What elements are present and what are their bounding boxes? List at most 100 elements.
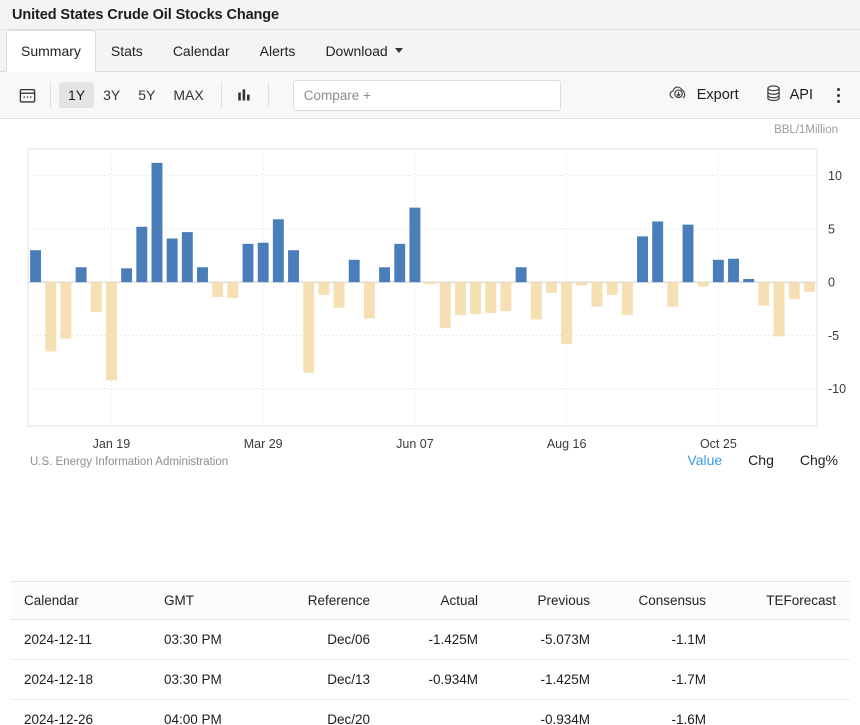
chart-bar[interactable] bbox=[45, 282, 56, 351]
tab-download[interactable]: Download bbox=[310, 30, 417, 71]
calendar-icon[interactable] bbox=[12, 80, 42, 110]
chart-bar[interactable] bbox=[152, 163, 163, 282]
range-5y[interactable]: 5Y bbox=[129, 82, 164, 108]
chart-bar[interactable] bbox=[167, 238, 178, 282]
tab-download-label: Download bbox=[325, 43, 387, 59]
col-previous[interactable]: Previous bbox=[492, 582, 604, 620]
chart-bar[interactable] bbox=[683, 225, 694, 283]
chart-bar[interactable] bbox=[409, 208, 420, 283]
footer-link-chgpct[interactable]: Chg% bbox=[800, 452, 838, 468]
chart-bar[interactable] bbox=[30, 250, 41, 282]
chart-units-label: BBL/1Million bbox=[774, 124, 838, 136]
tab-calendar-label: Calendar bbox=[173, 43, 230, 59]
chart-bar[interactable] bbox=[758, 282, 769, 305]
compare-input[interactable] bbox=[293, 80, 561, 111]
chart-bar[interactable] bbox=[106, 282, 117, 380]
range-max[interactable]: MAX bbox=[164, 82, 212, 108]
x-axis-tick-label: Oct 25 bbox=[700, 437, 737, 451]
chart-bar[interactable] bbox=[243, 244, 254, 282]
chart-bar[interactable] bbox=[349, 260, 360, 282]
col-teforecast[interactable]: TEForecast bbox=[720, 582, 850, 620]
chart-bar[interactable] bbox=[273, 219, 284, 282]
tab-calendar[interactable]: Calendar bbox=[158, 30, 245, 71]
chart-bar[interactable] bbox=[561, 282, 572, 344]
chart-bar[interactable] bbox=[470, 282, 481, 314]
chart-bar[interactable] bbox=[60, 282, 71, 338]
chart-bar[interactable] bbox=[713, 260, 724, 282]
crude-oil-stocks-bar-chart[interactable]: 1050-5-10Jan 19Mar 29Jun 07Aug 16Oct 25 bbox=[0, 141, 860, 451]
bar-chart-icon[interactable] bbox=[230, 80, 260, 110]
tab-bar: Summary Stats Calendar Alerts Download bbox=[0, 30, 860, 72]
cell-actual: -1.425M bbox=[384, 620, 492, 660]
api-label: API bbox=[790, 87, 813, 103]
chart-bar[interactable] bbox=[652, 221, 663, 282]
chart-bar[interactable] bbox=[379, 267, 390, 282]
table-header-row: Calendar GMT Reference Actual Previous C… bbox=[10, 582, 850, 620]
chart-bar[interactable] bbox=[576, 282, 587, 285]
footer-link-value[interactable]: Value bbox=[687, 452, 722, 468]
cell-teforecast bbox=[720, 700, 850, 725]
table-row[interactable]: 2024-12-11 03:30 PM Dec/06 -1.425M -5.07… bbox=[10, 620, 850, 660]
chart-bar[interactable] bbox=[288, 250, 299, 282]
tab-alerts[interactable]: Alerts bbox=[245, 30, 311, 71]
chart-bar[interactable] bbox=[318, 282, 329, 295]
chart-bar[interactable] bbox=[76, 267, 87, 282]
api-button[interactable]: API bbox=[753, 78, 825, 113]
chart-bar[interactable] bbox=[121, 268, 132, 282]
chart-bar[interactable] bbox=[440, 282, 451, 328]
chart-bar[interactable] bbox=[667, 282, 678, 307]
cell-teforecast bbox=[720, 660, 850, 700]
col-gmt[interactable]: GMT bbox=[150, 582, 268, 620]
chart-toolbar: 1Y 3Y 5Y MAX bbox=[0, 72, 860, 119]
chart-bar[interactable] bbox=[698, 282, 709, 286]
chart-bar[interactable] bbox=[197, 267, 208, 282]
chart-bar[interactable] bbox=[212, 282, 223, 297]
col-actual[interactable]: Actual bbox=[384, 582, 492, 620]
chart-bar[interactable] bbox=[334, 282, 345, 308]
chart-bar[interactable] bbox=[516, 267, 527, 282]
chart-bar[interactable] bbox=[789, 282, 800, 299]
table-row[interactable]: 2024-12-26 04:00 PM Dec/20 -0.934M -1.6M bbox=[10, 700, 850, 725]
chart-bar[interactable] bbox=[258, 243, 269, 282]
chart-bar[interactable] bbox=[91, 282, 102, 312]
tab-summary[interactable]: Summary bbox=[6, 30, 96, 72]
export-button[interactable]: Export bbox=[656, 78, 751, 113]
chart-bar[interactable] bbox=[182, 232, 193, 282]
kebab-menu-icon[interactable] bbox=[827, 80, 850, 111]
calendar-table-wrap: Calendar GMT Reference Actual Previous C… bbox=[0, 581, 860, 725]
tab-stats[interactable]: Stats bbox=[96, 30, 158, 71]
table-row[interactable]: 2024-12-18 03:30 PM Dec/13 -0.934M -1.42… bbox=[10, 660, 850, 700]
chart-bar[interactable] bbox=[136, 227, 147, 282]
chart-bar[interactable] bbox=[227, 282, 238, 298]
range-3y[interactable]: 3Y bbox=[94, 82, 129, 108]
chart-source-label: U.S. Energy Information Administration bbox=[30, 456, 228, 468]
chart-bar[interactable] bbox=[455, 282, 466, 315]
chart-bar[interactable] bbox=[485, 282, 496, 313]
footer-link-chg[interactable]: Chg bbox=[748, 452, 774, 468]
chart-bar[interactable] bbox=[531, 282, 542, 319]
chart-container: BBL/1Million 1050-5-10Jan 19Mar 29Jun 07… bbox=[0, 119, 860, 519]
page-header: United States Crude Oil Stocks Change bbox=[0, 0, 860, 30]
chart-bar[interactable] bbox=[637, 236, 648, 282]
col-consensus[interactable]: Consensus bbox=[604, 582, 720, 620]
col-calendar[interactable]: Calendar bbox=[10, 582, 150, 620]
x-axis-tick-label: Jan 19 bbox=[93, 437, 131, 451]
chart-bar[interactable] bbox=[774, 282, 785, 336]
chart-bar[interactable] bbox=[364, 282, 375, 318]
database-icon bbox=[765, 84, 782, 107]
chart-bar[interactable] bbox=[804, 282, 815, 292]
chart-bar[interactable] bbox=[425, 282, 436, 284]
chart-bar[interactable] bbox=[303, 282, 314, 373]
chart-bar[interactable] bbox=[728, 259, 739, 282]
chart-bar[interactable] bbox=[546, 282, 557, 293]
col-reference[interactable]: Reference bbox=[268, 582, 384, 620]
tab-summary-label: Summary bbox=[21, 43, 81, 59]
chart-bar[interactable] bbox=[743, 279, 754, 282]
range-1y[interactable]: 1Y bbox=[59, 82, 94, 108]
chart-bar[interactable] bbox=[622, 282, 633, 315]
chart-bar[interactable] bbox=[607, 282, 618, 295]
y-axis-tick-label: -5 bbox=[828, 329, 839, 343]
chart-bar[interactable] bbox=[394, 244, 405, 282]
chart-bar[interactable] bbox=[500, 282, 511, 311]
chart-bar[interactable] bbox=[592, 282, 603, 307]
